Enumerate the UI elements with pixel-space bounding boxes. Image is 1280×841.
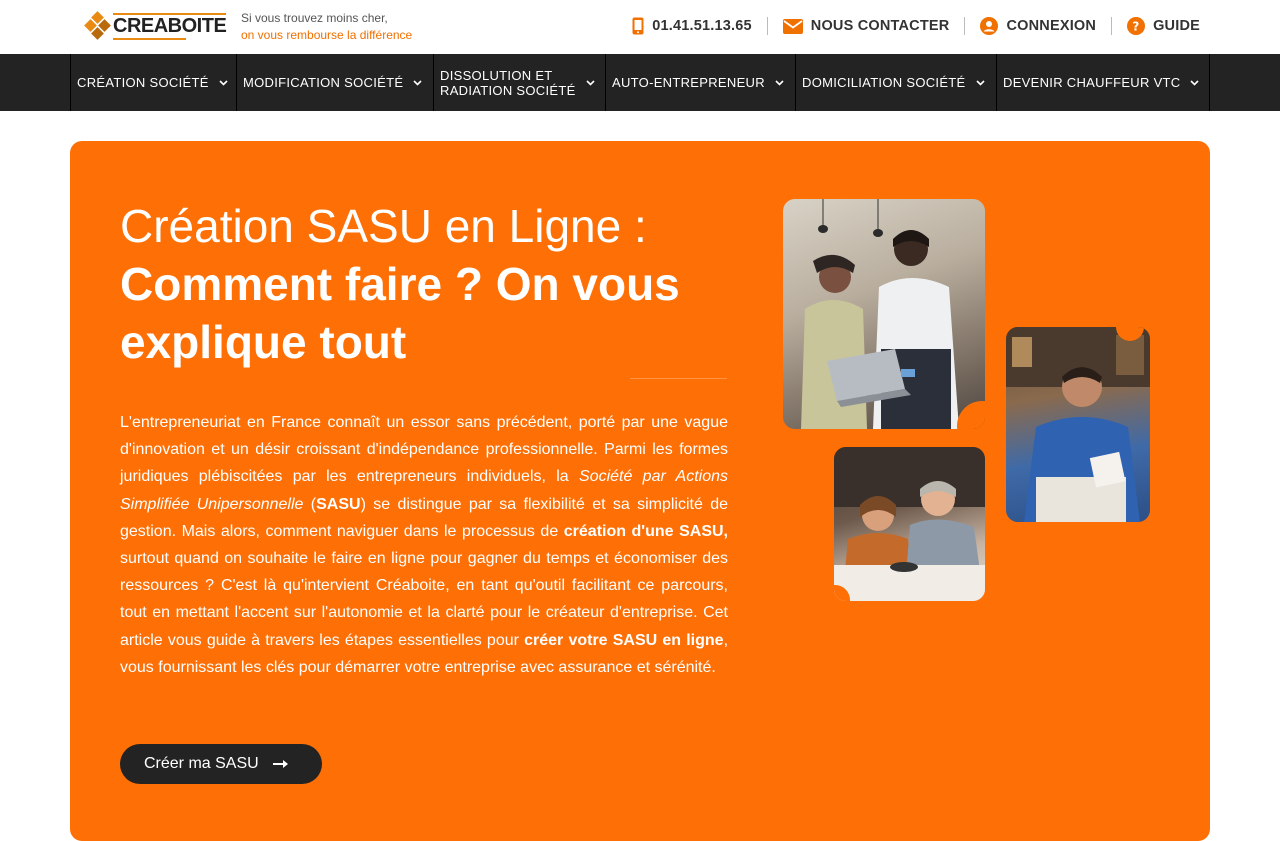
nav-item-chauffeur-vtc[interactable]: DEVENIR CHAUFFEUR VTC: [997, 54, 1210, 111]
contact-label: NOUS CONTACTER: [810, 18, 950, 34]
header-divider: [964, 17, 966, 35]
hero-photo-team-laptop: [783, 199, 985, 429]
cta-label: Créer ma SASU: [144, 755, 259, 772]
nav-item-dissolution-radiation[interactable]: DISSOLUTION ET RADIATION SOCIÉTÉ: [434, 54, 606, 111]
login-link[interactable]: CONNEXION: [980, 17, 1096, 35]
envelope-icon: [782, 18, 803, 34]
intro-bold: SASU: [316, 495, 361, 513]
login-label: CONNEXION: [1006, 18, 1097, 34]
intro-bold: création d'une SASU,: [563, 522, 728, 540]
nav-item-label: CRÉATION SOCIÉTÉ: [77, 75, 209, 90]
page-subtitle: Comment faire ? On vous explique tout: [120, 258, 680, 368]
chevron-down-icon: [586, 79, 595, 86]
chevron-down-icon: [219, 79, 228, 86]
main-nav: CRÉATION SOCIÉTÉ MODIFICATION SOCIÉTÉ DI…: [70, 54, 1210, 111]
chevron-down-icon: [975, 79, 985, 86]
nav-item-domiciliation-societe[interactable]: DOMICILIATION SOCIÉTÉ: [796, 54, 997, 111]
nav-item-creation-societe[interactable]: CRÉATION SOCIÉTÉ: [71, 54, 237, 111]
phone-icon: [632, 17, 644, 35]
guide-label: GUIDE: [1153, 18, 1200, 34]
chevron-down-icon: [413, 79, 422, 86]
guide-link[interactable]: ? GUIDE: [1127, 17, 1200, 35]
nav-item-label: MODIFICATION SOCIÉTÉ: [243, 75, 404, 90]
hero-photo-duo-desk: [834, 447, 985, 601]
top-header: CREABOITE Si vous trouvez moins cher, on…: [0, 0, 1280, 54]
svg-text:?: ?: [1132, 20, 1139, 34]
user-circle-icon: [980, 17, 999, 35]
chevron-down-icon: [775, 79, 784, 86]
phone-number: 01.41.51.13.65: [652, 18, 752, 34]
intro-bold: créer votre SASU en ligne: [524, 631, 724, 649]
main-navigation-bar: CRÉATION SOCIÉTÉ MODIFICATION SOCIÉTÉ DI…: [0, 54, 1280, 111]
tagline: Si vous trouvez moins cher, on vous remb…: [241, 10, 412, 44]
arrow-right-icon: [272, 759, 289, 769]
nav-item-auto-entrepreneur[interactable]: AUTO-ENTREPRENEUR: [606, 54, 796, 111]
logo-text: CREABOITE: [113, 13, 227, 40]
phone-link[interactable]: 01.41.51.13.65: [632, 17, 752, 35]
title-divider: [630, 378, 727, 379]
hero-section: Création SASU en Ligne : Comment faire ?…: [70, 141, 1210, 841]
nav-item-label: DEVENIR CHAUFFEUR VTC: [1003, 75, 1181, 90]
chevron-down-icon: [1190, 79, 1200, 86]
intro-text: (: [303, 495, 317, 513]
logo-mark-icon: [84, 11, 111, 40]
header-divider: [766, 17, 768, 35]
nav-item-label: DISSOLUTION ET RADIATION SOCIÉTÉ: [440, 67, 576, 98]
nav-item-label: AUTO-ENTREPRENEUR: [612, 75, 765, 90]
tagline-line1: Si vous trouvez moins cher,: [241, 11, 388, 25]
nav-item-modification-societe[interactable]: MODIFICATION SOCIÉTÉ: [237, 54, 434, 111]
nav-item-label: DOMICILIATION SOCIÉTÉ: [802, 75, 966, 90]
page-title: Création SASU en Ligne :: [120, 200, 647, 252]
question-circle-icon: ?: [1127, 17, 1146, 35]
header-divider: [1111, 17, 1113, 35]
site-logo[interactable]: CREABOITE: [84, 11, 227, 40]
top-links: 01.41.51.13.65 NOUS CONTACTER CONNEXION …: [632, 15, 1200, 37]
intro-paragraph: L'entrepreneuriat en France connaît un e…: [120, 409, 728, 681]
create-sasu-button[interactable]: Créer ma SASU: [120, 744, 322, 784]
tagline-line2: on vous rembourse la différence: [241, 28, 413, 42]
contact-link[interactable]: NOUS CONTACTER: [782, 18, 950, 34]
hero-photo-man-paperwork: [1006, 327, 1150, 522]
